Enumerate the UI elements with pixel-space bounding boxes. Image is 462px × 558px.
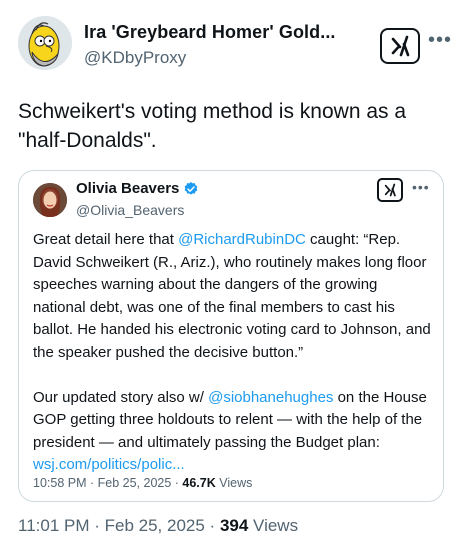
quoted-paragraph-1: Great detail here that @RichardRubinDC c… [33,229,431,364]
tweet-header: Ira 'Greybeard Homer' Gold... @KDbyProxy… [18,16,451,76]
quoted-display-name[interactable]: Olivia Beavers [76,180,179,197]
quoted-views-count: 46.7K [182,476,216,490]
quoted-author-info: Olivia Beavers @Olivia_Beavers [76,180,199,218]
quoted-paragraph-2: Our updated story also w/ @siobhanehughe… [33,387,431,477]
text-span: Great detail here that [33,231,179,248]
mention-link[interactable]: @RichardRubinDC [178,231,306,248]
quoted-tweet-meta: 10:58 PM · Feb 25, 2025 · 46.7K Views [33,476,253,490]
quoted-handle[interactable]: @Olivia_Beavers [76,202,199,218]
grok-button[interactable] [380,28,420,64]
quoted-date[interactable]: Feb 25, 2025 [98,476,172,490]
tweet-meta: 11:01 PM · Feb 25, 2025 · 394 Views [18,516,299,535]
views-label: Views [253,516,299,535]
verified-badge-icon [185,181,198,195]
homer-simpson-avatar-icon[interactable] [18,16,72,70]
article-link[interactable]: wsj.com/politics/polic... [33,456,185,473]
author-display-name[interactable]: Ira 'Greybeard Homer' Gold... [84,22,336,43]
quoted-more-options-icon[interactable]: ••• [412,179,430,195]
quoted-grok-button[interactable] [377,178,403,202]
views-count: 394 [219,516,249,535]
text-span: caught: “Rep. David Schweikert (R., Ariz… [33,231,431,361]
more-options-icon[interactable]: ••• [428,30,452,50]
mention-link[interactable]: @siobhanehughes [208,389,333,406]
quoted-author-avatar[interactable] [33,183,67,217]
quoted-tweet-text: Great detail here that @RichardRubinDC c… [33,229,431,477]
quoted-views-label: Views [219,476,253,490]
author-handle[interactable]: @KDbyProxy [84,48,336,68]
quoted-time[interactable]: 10:58 PM [33,476,87,490]
grok-icon [391,35,410,57]
tweet-text: Schweikert's voting method is known as a… [18,100,407,152]
quoted-tweet[interactable]: Olivia Beavers @Olivia_Beavers ••• Great… [18,170,444,502]
author-info: Ira 'Greybeard Homer' Gold... @KDbyProxy [84,22,336,68]
tweet-date[interactable]: Feb 25, 2025 [105,516,205,535]
text-span: Our updated story also w/ [33,388,209,406]
tweet-time[interactable]: 11:01 PM [18,516,90,535]
grok-icon [384,183,396,197]
